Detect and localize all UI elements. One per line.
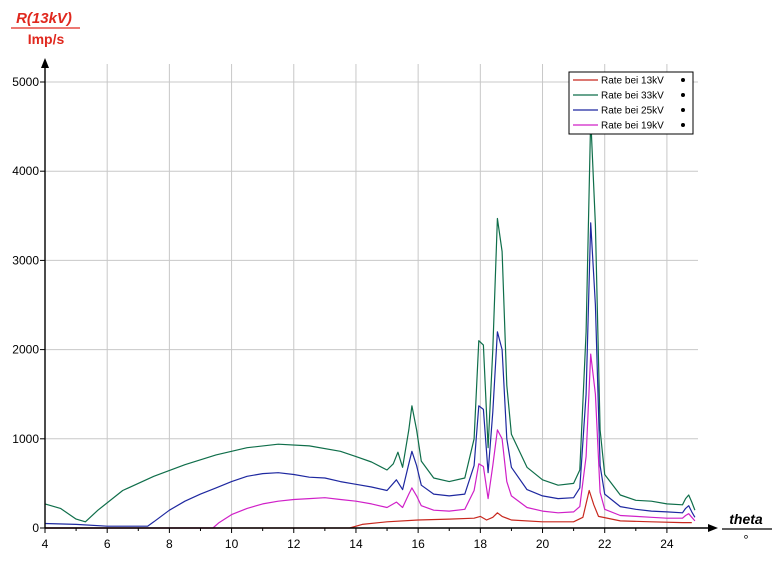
- x-tick-label: 24: [660, 537, 674, 551]
- y-axis-unit: Imp/s: [28, 31, 65, 47]
- y-axis-label: R(13kV): [16, 10, 72, 27]
- y-tick-label: 0: [32, 521, 39, 535]
- y-tick-label: 1000: [12, 432, 39, 446]
- legend-dot-icon: [681, 123, 685, 127]
- x-axis-unit: °: [743, 532, 748, 547]
- x-tick-label: 12: [287, 537, 301, 551]
- chart: R(13kV) Imp/s theta ° 4 6 8 10 12 14 16 18 20 22 2…: [0, 0, 778, 560]
- y-tick-label: 5000: [12, 75, 39, 89]
- line-chart: R(13kV) Imp/s theta ° 4 6 8 10 12 14 16 18 20 22 2…: [11, 10, 772, 551]
- legend-label: Rate bei 33kV: [601, 91, 664, 102]
- x-tick-label: 18: [474, 537, 488, 551]
- ticks: 4 6 8 10 12 14 16 18 20 22 24 0 1000 2000 3000 4000 5000: [12, 75, 674, 551]
- series-line-rate-bei-13kv: [45, 489, 692, 529]
- y-tick-label: 4000: [12, 164, 39, 178]
- series-line-rate-bei-25kv: [44, 222, 696, 527]
- x-tick-label: 4: [42, 537, 49, 551]
- x-tick-label: 14: [349, 537, 363, 551]
- y-axis-arrow-icon: [41, 58, 49, 68]
- series-lines: [44, 117, 696, 529]
- legend-dot-icon: [681, 108, 685, 112]
- x-tick-label: 10: [225, 537, 239, 551]
- x-tick-label: 6: [104, 537, 111, 551]
- y-tick-label: 3000: [12, 253, 39, 267]
- x-axis-label: theta: [729, 511, 763, 527]
- legend-label: Rate bei 19kV: [601, 121, 664, 132]
- legend-dot-icon: [681, 78, 685, 82]
- x-tick-label: 22: [598, 537, 612, 551]
- legend: Rate bei 13kV Rate bei 33kV Rate bei 25kV R…: [568, 71, 694, 135]
- x-tick-label: 20: [536, 537, 550, 551]
- x-tick-label: 8: [166, 537, 173, 551]
- legend-label: Rate bei 13kV: [601, 76, 664, 87]
- y-tick-label: 2000: [12, 343, 39, 357]
- x-tick-label: 16: [411, 537, 425, 551]
- legend-dot-icon: [681, 93, 685, 97]
- series-line-rate-bei-33kv: [44, 117, 696, 523]
- legend-label: Rate bei 25kV: [601, 106, 664, 117]
- x-axis-arrow-icon: [708, 524, 718, 532]
